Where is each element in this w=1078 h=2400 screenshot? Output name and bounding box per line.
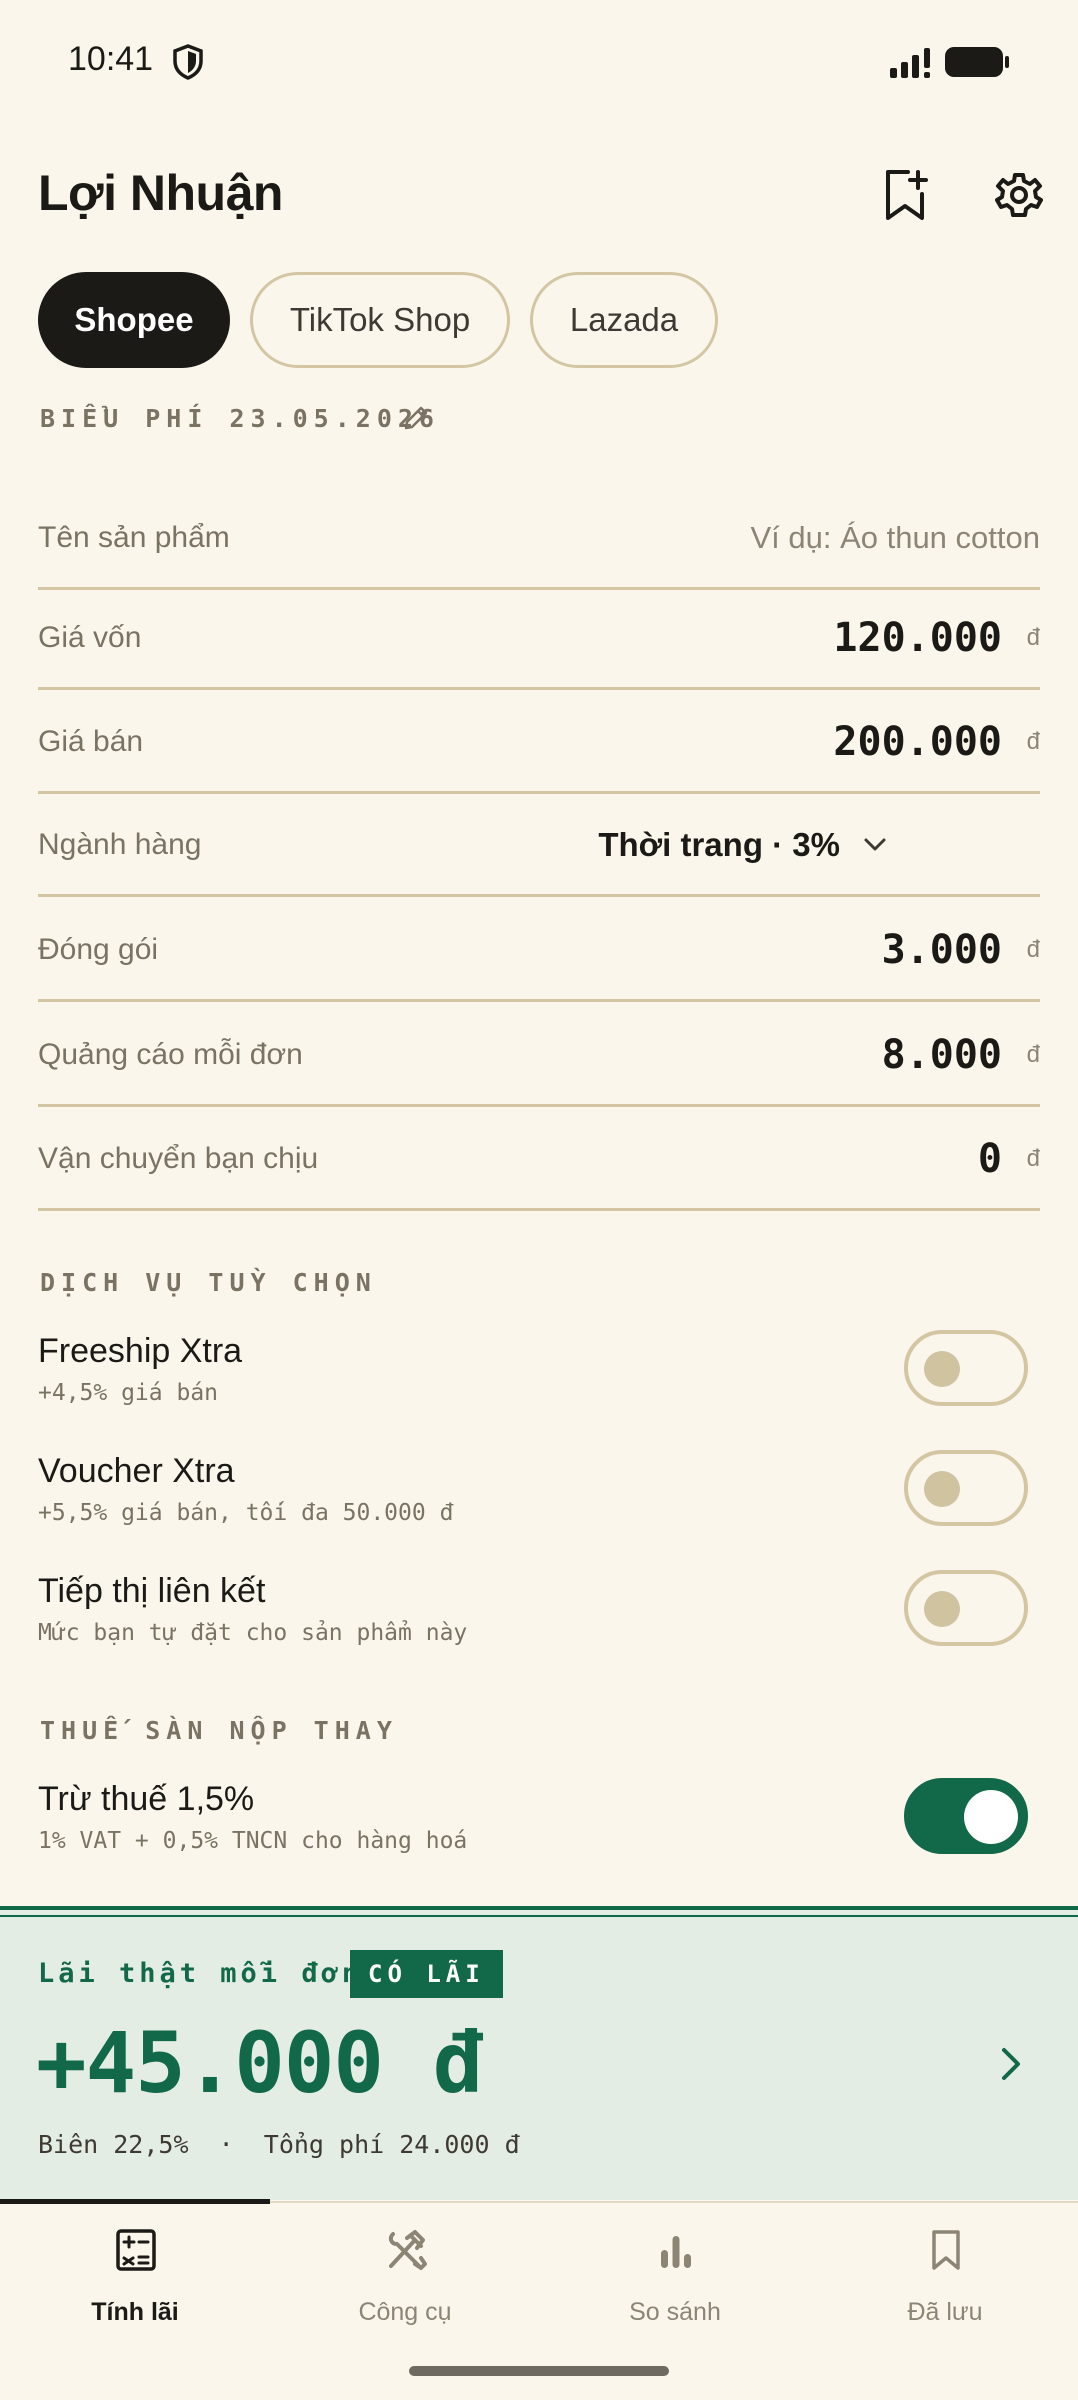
nav-label: Tính lãi: [91, 2298, 179, 2326]
toggle-knob: [924, 1471, 960, 1507]
shipping-field[interactable]: Vận chuyển bạn chịu 0 đ: [38, 1107, 1040, 1211]
price-label: Giá bán: [38, 725, 144, 758]
optional-services-label: DỊCH VỤ TUỲ CHỌN: [40, 1268, 377, 1297]
home-indicator: [409, 2366, 669, 2376]
packaging-field[interactable]: Đóng gói 3.000 đ: [38, 898, 1040, 1002]
tax-title: Trừ thuế 1,5%: [38, 1780, 255, 1818]
ads-field[interactable]: Quảng cáo mỗi đơn 8.000 đ: [38, 1003, 1040, 1107]
shield-icon: [173, 44, 203, 80]
nav-tab-saved[interactable]: Đã lưu: [810, 2220, 1078, 2330]
pencil-icon[interactable]: [402, 404, 430, 432]
cost-input[interactable]: 120.000: [833, 586, 1002, 690]
gear-icon[interactable]: [994, 168, 1044, 222]
affiliate-toggle[interactable]: [904, 1570, 1028, 1646]
toggle-knob: [924, 1351, 960, 1387]
bookmark-icon: [932, 2230, 960, 2270]
freeship-xtra-toggle[interactable]: [904, 1330, 1028, 1406]
category-field[interactable]: Ngành hàng Thời trang · 3%: [38, 793, 1040, 897]
price-input[interactable]: 200.000: [833, 690, 1002, 794]
fee-schedule-label: BIỂU PHÍ 23.05.2026: [40, 404, 440, 433]
ads-label: Quảng cáo mỗi đơn: [38, 1038, 303, 1071]
packaging-input[interactable]: 3.000: [882, 898, 1002, 1002]
tax-subtitle: 1% VAT + 0,5% TNCN cho hàng hoá: [38, 1828, 468, 1854]
tax-toggle[interactable]: [904, 1778, 1028, 1854]
nav-tab-compare[interactable]: So sánh: [540, 2220, 810, 2330]
ads-input[interactable]: 8.000: [882, 1003, 1002, 1107]
status-time: 10:41: [68, 40, 154, 78]
currency-unit: đ: [1026, 1041, 1040, 1068]
price-field[interactable]: Giá bán 200.000 đ: [38, 690, 1040, 794]
nav-active-indicator: [0, 2199, 270, 2204]
freeship-xtra-subtitle: +4,5% giá bán: [38, 1380, 219, 1406]
voucher-xtra-title: Voucher Xtra: [38, 1452, 235, 1490]
profit-result-panel[interactable]: Lãi thật mỗi đơn CÓ LÃI +45.000 đ Biên 2…: [0, 1906, 1078, 2200]
cost-field[interactable]: Giá vốn 120.000 đ: [38, 586, 1040, 690]
freeship-xtra-title: Freeship Xtra: [38, 1332, 243, 1370]
chevron-down-icon[interactable]: [862, 831, 888, 857]
affiliate-subtitle: Mức bạn tự đặt cho sản phẩm này: [38, 1620, 468, 1646]
currency-unit: đ: [1026, 1145, 1040, 1172]
currency-unit: đ: [1026, 624, 1040, 651]
cost-label: Giá vốn: [38, 621, 142, 654]
toggle-knob: [964, 1790, 1018, 1844]
platform-chip-shopee[interactable]: Shopee: [38, 272, 230, 368]
bookmark-add-icon[interactable]: [880, 168, 930, 222]
category-select[interactable]: Thời trang · 3%: [598, 793, 840, 897]
tax-section-label: THUẾ SÀN NỘP THAY: [40, 1716, 398, 1745]
nav-tab-tools[interactable]: Công cụ: [270, 2220, 540, 2330]
affiliate-title: Tiếp thị liên kết: [38, 1572, 266, 1610]
tools-icon: [388, 2230, 427, 2270]
signal-icon: [890, 48, 930, 78]
battery-icon: [945, 47, 1009, 77]
status-bar: 10:41: [0, 0, 1078, 125]
toggle-knob: [924, 1591, 960, 1627]
platform-chip-lazada[interactable]: Lazada: [530, 272, 718, 368]
product-name-label: Tên sản phẩm: [38, 521, 230, 554]
packaging-label: Đóng gói: [38, 933, 159, 966]
product-name-field[interactable]: Tên sản phẩm Ví dụ: Áo thun cotton: [38, 486, 1040, 590]
nav-tab-calculate[interactable]: Tính lãi: [0, 2220, 270, 2330]
voucher-xtra-toggle[interactable]: [904, 1450, 1028, 1526]
nav-label: Đã lưu: [907, 2298, 983, 2326]
category-label: Ngành hàng: [38, 828, 202, 861]
shipping-label: Vận chuyển bạn chịu: [38, 1142, 319, 1175]
shipping-input[interactable]: 0: [978, 1107, 1002, 1211]
nav-label: Công cụ: [358, 2298, 452, 2326]
nav-label: So sánh: [629, 2298, 721, 2326]
voucher-xtra-subtitle: +5,5% giá bán, tối đa 50.000 đ: [38, 1500, 454, 1526]
profit-label: Lãi thật mỗi đơn: [38, 1958, 363, 1989]
chevron-right-icon[interactable]: [994, 2044, 1028, 2084]
page-title: Lợi Nhuận: [38, 165, 283, 221]
bar-chart-icon: [661, 2236, 691, 2268]
profit-meta: Biên 22,5% · Tổng phí 24.000 đ: [38, 2130, 520, 2159]
platform-chip-tiktok-shop[interactable]: TikTok Shop: [250, 272, 510, 368]
product-name-input[interactable]: Ví dụ: Áo thun cotton: [750, 486, 1040, 590]
profit-amount: +45.000 đ: [36, 2014, 483, 2112]
currency-unit: đ: [1026, 728, 1040, 755]
profit-status-badge: CÓ LÃI: [350, 1950, 503, 1998]
calculator-icon: [116, 2229, 156, 2271]
currency-unit: đ: [1026, 936, 1040, 963]
